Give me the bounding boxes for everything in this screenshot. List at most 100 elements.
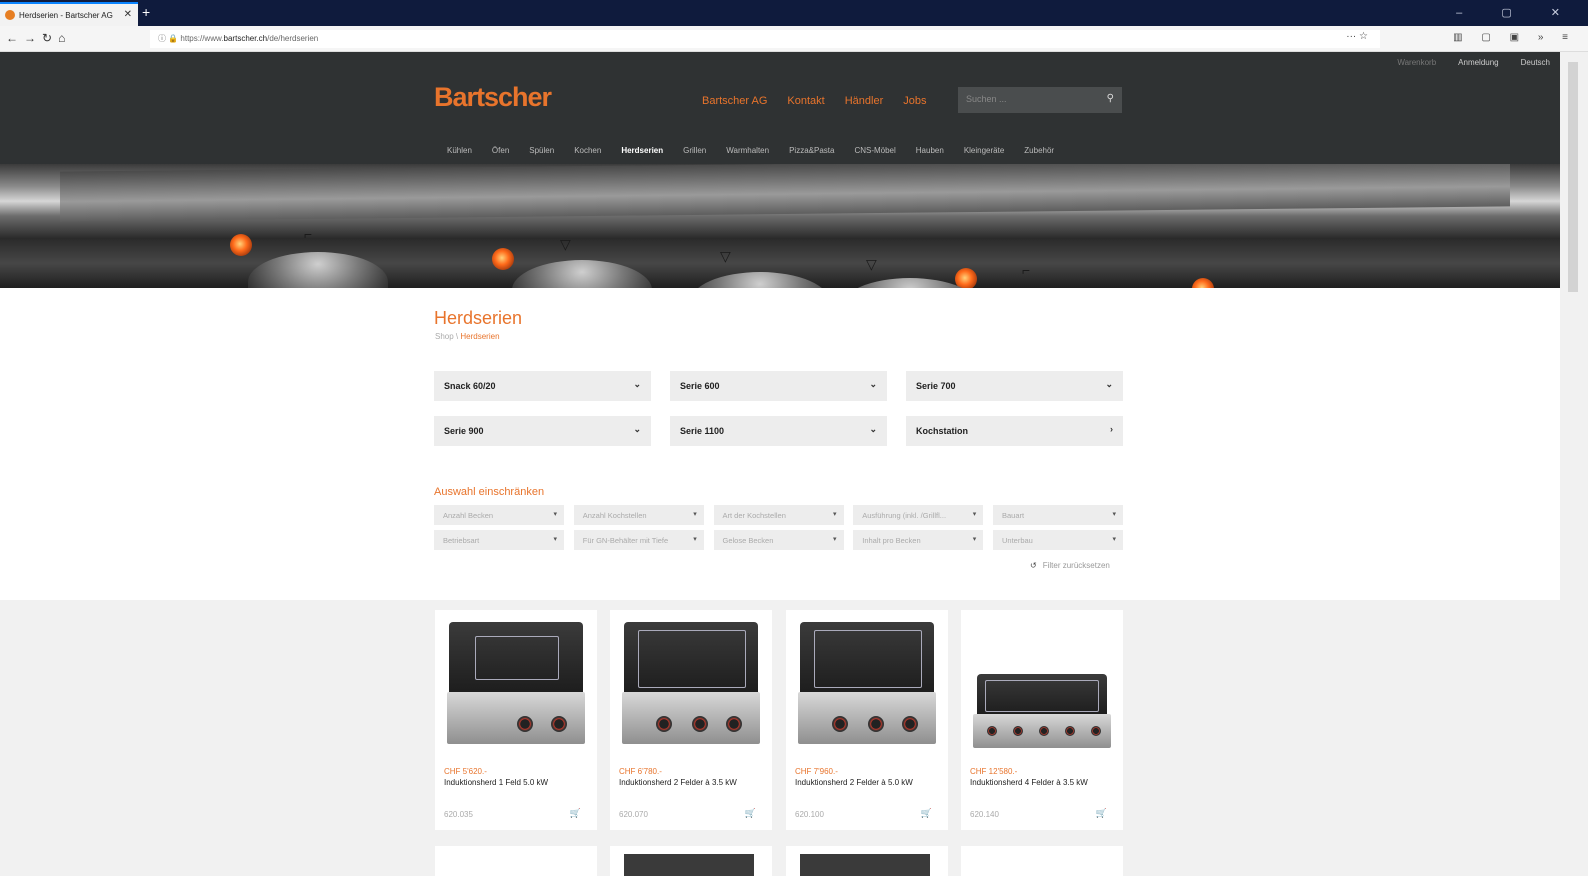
product-sku: 620.070 [619, 810, 648, 819]
filter-anzahl-kochstellen[interactable]: Anzahl Kochstellen ▾ [573, 505, 704, 525]
category-kochen[interactable]: Kochen [574, 146, 601, 155]
chevron-down-icon: ⌄ [633, 424, 641, 434]
filter-gelose-becken[interactable]: Gelose Becken ▾ [713, 530, 844, 550]
new-tab-button[interactable]: + [142, 4, 150, 20]
filter-bauart[interactable]: Bauart ▾ [993, 505, 1123, 525]
filter-anzahl-becken[interactable]: Anzahl Becken ▾ [434, 505, 564, 525]
page-scrollbar[interactable] [1560, 52, 1588, 876]
filter-label: Unterbau [1002, 536, 1033, 545]
series-1100[interactable]: Serie 1100 ⌄ [670, 416, 887, 446]
reload-icon[interactable]: ↻ [42, 31, 58, 45]
series-700[interactable]: Serie 700 ⌄ [906, 371, 1123, 401]
home-icon[interactable]: ⌂ [58, 31, 71, 45]
category-cns-moebel[interactable]: CNS-Möbel [854, 146, 895, 155]
cart-link[interactable]: Warenkorb [1397, 58, 1436, 67]
window-controls[interactable]: – ▢ ✕ [1456, 6, 1578, 19]
series-900[interactable]: Serie 900 ⌄ [434, 416, 651, 446]
search-input[interactable]: Suchen ... ⚲ [958, 87, 1122, 113]
logo[interactable]: Bartscher [434, 82, 552, 113]
stove-knob [512, 260, 652, 288]
add-to-cart-icon[interactable]: 🛒 [745, 808, 756, 819]
product-name[interactable]: Induktionsherd 2 Felder à 5.0 kW [795, 778, 913, 787]
add-to-cart-icon[interactable]: 🛒 [921, 808, 932, 819]
product-price: CHF 12'580.- [970, 767, 1018, 776]
category-zubehoer[interactable]: Zubehör [1024, 146, 1054, 155]
filter-unterbau[interactable]: Unterbau ▾ [993, 530, 1123, 550]
filter-label: Inhalt pro Becken [862, 536, 921, 545]
category-kuehlen[interactable]: Kühlen [447, 146, 472, 155]
main-nav: Bartscher AG Kontakt Händler Jobs [702, 95, 927, 107]
product-price: CHF 6'780.- [619, 767, 662, 776]
filter-gn-behaelter[interactable]: Für GN-Behälter mit Tiefe ▾ [573, 530, 704, 550]
nav-haendler[interactable]: Händler [845, 95, 884, 107]
add-to-cart-icon[interactable]: 🛒 [1096, 808, 1107, 819]
category-grillen[interactable]: Grillen [683, 146, 706, 155]
filter-ausfuehrung[interactable]: Ausführung (inkl. /Grillfl... ▾ [853, 505, 984, 525]
language-select[interactable]: Deutsch [1521, 58, 1550, 67]
favicon-icon [5, 10, 15, 20]
product-card[interactable]: CHF 12'580.- Induktionsherd 4 Felder à 3… [961, 610, 1123, 830]
toolbar-extensions-icon[interactable]: ▥ ▢ ▣ » ≡ [1453, 32, 1576, 43]
filter-inhalt-becken[interactable]: Inhalt pro Becken ▾ [853, 530, 984, 550]
product-image [443, 618, 589, 752]
series-kochstation[interactable]: Kochstation › [906, 416, 1123, 446]
product-card[interactable]: CHF 5'620.- Induktionsherd 1 Feld 5.0 kW… [435, 610, 597, 830]
category-hauben[interactable]: Hauben [916, 146, 944, 155]
product-card-partial[interactable] [435, 846, 597, 876]
product-name[interactable]: Induktionsherd 1 Feld 5.0 kW [444, 778, 548, 787]
filter-label: Anzahl Becken [443, 511, 494, 520]
product-name[interactable]: Induktionsherd 4 Felder à 3.5 kW [970, 778, 1088, 787]
add-to-cart-icon[interactable]: 🛒 [570, 808, 581, 819]
product-image [969, 618, 1115, 752]
filter-art-kochstellen[interactable]: Art der Kochstellen ▾ [713, 505, 844, 525]
chevron-down-icon: ⌄ [869, 424, 877, 434]
product-card-partial[interactable] [961, 846, 1123, 876]
reset-label: Filter zurücksetzen [1042, 561, 1110, 570]
category-herdserien[interactable]: Herdserien [621, 146, 663, 155]
filter-label: Ausführung (inkl. /Grillfl... [862, 511, 947, 520]
product-sku: 620.100 [795, 810, 824, 819]
knob-mark: ▽ [560, 236, 571, 252]
product-card[interactable]: CHF 6'780.- Induktionsherd 2 Felder à 3.… [610, 610, 772, 830]
back-icon[interactable]: ← [6, 31, 24, 45]
nav-jobs[interactable]: Jobs [903, 95, 926, 107]
knob-mark: ▽ [866, 256, 877, 272]
browser-tab[interactable]: Herdserien - Bartscher AG ✕ [0, 2, 138, 26]
category-pizza-pasta[interactable]: Pizza&Pasta [789, 146, 834, 155]
series-grid: Snack 60/20 ⌄ Serie 600 ⌄ Serie 700 ⌄ Serie… [434, 371, 1123, 446]
product-card[interactable]: CHF 7'960.- Induktionsherd 2 Felder à 5.… [786, 610, 948, 830]
category-warmhalten[interactable]: Warmhalten [726, 146, 769, 155]
caret-down-icon: ▾ [693, 536, 697, 543]
page-actions-icon[interactable]: ··· ☆ [1346, 31, 1368, 42]
caret-down-icon: ▾ [972, 536, 977, 543]
nav-kontakt[interactable]: Kontakt [787, 95, 824, 107]
product-card-partial[interactable] [786, 846, 948, 876]
address-bar[interactable]: ⓘ 🔒 https://www.bartscher.ch/de/herdseri… [150, 30, 1380, 48]
filter-grid: Anzahl Becken ▾ Anzahl Kochstellen ▾ Art d… [434, 505, 1123, 550]
category-oefen[interactable]: Öfen [492, 146, 509, 155]
filter-label: Anzahl Kochstellen [582, 511, 647, 520]
forward-icon[interactable]: → [24, 31, 42, 45]
search-placeholder: Suchen ... [966, 94, 1007, 104]
product-image [618, 618, 764, 752]
product-name[interactable]: Induktionsherd 2 Felder à 3.5 kW [619, 778, 737, 787]
search-icon[interactable]: ⚲ [1107, 93, 1114, 104]
login-link[interactable]: Anmeldung [1458, 58, 1498, 67]
caret-down-icon: ▾ [832, 536, 837, 543]
close-tab-icon[interactable]: ✕ [124, 9, 132, 20]
category-spuelen[interactable]: Spülen [529, 146, 554, 155]
series-label: Serie 600 [680, 381, 720, 391]
product-card-partial[interactable] [610, 846, 772, 876]
scrollbar-thumb[interactable] [1568, 62, 1578, 292]
breadcrumb-separator: \ [455, 332, 459, 341]
url-path: /de/herdserien [267, 34, 319, 43]
filter-label: Gelose Becken [722, 536, 774, 545]
top-links: Warenkorb Anmeldung Deutsch [1397, 58, 1550, 67]
category-kleingeraete[interactable]: Kleingeräte [964, 146, 1004, 155]
reset-filters-button[interactable]: ↺ Filter zurücksetzen [1030, 561, 1110, 570]
breadcrumb-shop[interactable]: Shop [435, 332, 454, 341]
nav-bartscher-ag[interactable]: Bartscher AG [702, 95, 767, 107]
series-600[interactable]: Serie 600 ⌄ [670, 371, 887, 401]
filter-betriebsart[interactable]: Betriebsart ▾ [434, 530, 564, 550]
series-snack-6020[interactable]: Snack 60/20 ⌄ [434, 371, 651, 401]
